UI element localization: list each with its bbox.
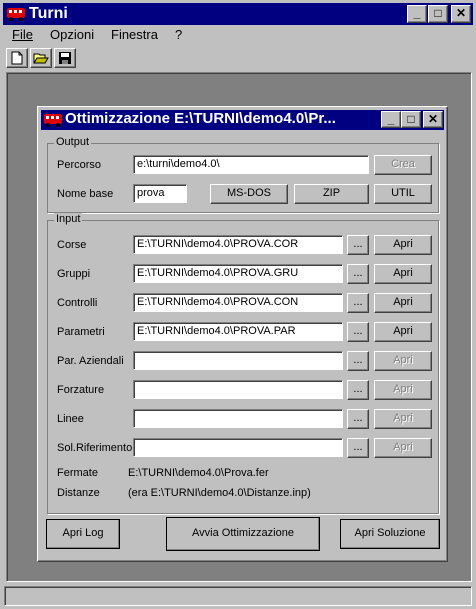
controlli-open-button[interactable]: Apri: [374, 293, 432, 313]
base-name-field[interactable]: prova: [133, 184, 187, 203]
menu-help[interactable]: ?: [175, 27, 182, 42]
mdi-client-area: Ottimizzazione E:\TURNI\demo4.0\Pr... _ …: [6, 72, 472, 582]
par-aziendali-label: Par. Aziendali: [57, 355, 124, 367]
open-button[interactable]: [30, 48, 52, 68]
par-aziendali-field[interactable]: [133, 351, 343, 370]
output-group: Output Percorso e:\turni\demo4.0\ Crea N…: [47, 136, 439, 213]
status-bar: [4, 586, 472, 606]
parametri-open-button[interactable]: Apri: [374, 322, 432, 342]
par-aziendali-browse-button[interactable]: ...: [347, 351, 369, 371]
maximize-icon: □: [434, 6, 442, 20]
forzature-open-button[interactable]: Apri: [374, 380, 432, 400]
zip-button[interactable]: ZIP: [294, 184, 369, 204]
gruppi-label: Gruppi: [57, 268, 91, 280]
optimization-dialog: Ottimizzazione E:\TURNI\demo4.0\Pr... _ …: [37, 106, 448, 562]
parametri-label: Parametri: [57, 326, 105, 338]
menu-window[interactable]: Finestra: [111, 27, 158, 42]
bus-icon: [7, 7, 25, 21]
controlli-field[interactable]: E:\TURNI\demo4.0\PROVA.CON: [133, 293, 343, 312]
parametri-field[interactable]: E:\TURNI\demo4.0\PROVA.PAR: [133, 322, 343, 341]
util-button[interactable]: UTIL: [374, 184, 432, 204]
dialog-maximize-button[interactable]: □: [401, 111, 421, 128]
app-title: Turni: [29, 5, 68, 22]
linee-label: Linee: [57, 413, 84, 425]
maximize-icon: □: [407, 112, 415, 126]
gruppi-open-button[interactable]: Apri: [374, 264, 432, 284]
input-legend: Input: [54, 213, 83, 225]
controlli-label: Controlli: [57, 297, 98, 309]
gruppi-field[interactable]: E:\TURNI\demo4.0\PROVA.GRU: [133, 264, 343, 283]
sol-riferimento-browse-button[interactable]: ...: [347, 438, 369, 458]
main-window: Turni _ □ ✕ File Opzioni Finestra ? Otti…: [0, 0, 476, 609]
gruppi-browse-button[interactable]: ...: [347, 264, 369, 284]
input-group: Input Corse E:\TURNI\demo4.0\PROVA.COR .…: [47, 213, 439, 514]
save-disk-icon: [59, 52, 71, 64]
linee-open-button[interactable]: Apri: [374, 409, 432, 429]
output-legend: Output: [54, 136, 92, 148]
forzature-browse-button[interactable]: ...: [347, 380, 369, 400]
distanze-label: Distanze: [57, 487, 100, 499]
sol-riferimento-label: Sol.Riferimento: [57, 442, 133, 454]
linee-field[interactable]: [133, 409, 343, 428]
controlli-browse-button[interactable]: ...: [347, 293, 369, 313]
corse-label: Corse: [57, 239, 87, 251]
path-field[interactable]: e:\turni\demo4.0\: [133, 155, 369, 174]
close-button[interactable]: ✕: [451, 5, 471, 23]
new-button[interactable]: [6, 48, 28, 68]
distanze-value: (era E:\TURNI\demo4.0\Distanze.inp): [128, 487, 311, 499]
parametri-browse-button[interactable]: ...: [347, 322, 369, 342]
dialog-close-button[interactable]: ✕: [423, 111, 443, 128]
save-button[interactable]: [54, 48, 76, 68]
minimize-button[interactable]: _: [407, 5, 427, 23]
dialog-title-bar[interactable]: Ottimizzazione E:\TURNI\demo4.0\Pr... _ …: [41, 110, 444, 130]
menu-file[interactable]: File: [12, 27, 33, 42]
open-folder-icon: [33, 53, 49, 64]
par-aziendali-open-button[interactable]: Apri: [374, 351, 432, 371]
linee-browse-button[interactable]: ...: [347, 409, 369, 429]
corse-browse-button[interactable]: ...: [347, 235, 369, 255]
fermate-label: Fermate: [57, 467, 98, 479]
forzature-field[interactable]: [133, 380, 343, 399]
corse-field[interactable]: E:\TURNI\demo4.0\PROVA.COR: [133, 235, 343, 254]
path-label: Percorso: [57, 159, 102, 171]
maximize-button[interactable]: □: [428, 5, 448, 23]
bus-icon: [44, 113, 62, 127]
forzature-label: Forzature: [57, 384, 105, 396]
close-icon: ✕: [427, 112, 439, 126]
menu-options[interactable]: Opzioni: [50, 27, 94, 42]
create-button[interactable]: Crea: [374, 155, 432, 175]
minimize-icon: _: [387, 112, 395, 126]
dialog-minimize-button[interactable]: _: [381, 111, 401, 128]
start-optimization-button[interactable]: Avvia Ottimizzazione: [166, 517, 320, 551]
close-icon: ✕: [455, 6, 467, 20]
new-document-icon: [11, 51, 23, 65]
open-solution-button[interactable]: Apri Soluzione: [340, 519, 440, 549]
sol-riferimento-open-button[interactable]: Apri: [374, 438, 432, 458]
minimize-icon: _: [413, 6, 421, 20]
base-name-label: Nome base: [57, 188, 114, 200]
msdos-button[interactable]: MS-DOS: [210, 184, 288, 204]
open-log-button[interactable]: Apri Log: [46, 519, 120, 549]
dialog-title: Ottimizzazione E:\TURNI\demo4.0\Pr...: [65, 110, 336, 127]
title-bar[interactable]: Turni _ □ ✕: [3, 3, 473, 25]
fermate-value: E:\TURNI\demo4.0\Prova.fer: [128, 467, 269, 479]
sol-riferimento-field[interactable]: [133, 438, 343, 457]
corse-open-button[interactable]: Apri: [374, 235, 432, 255]
